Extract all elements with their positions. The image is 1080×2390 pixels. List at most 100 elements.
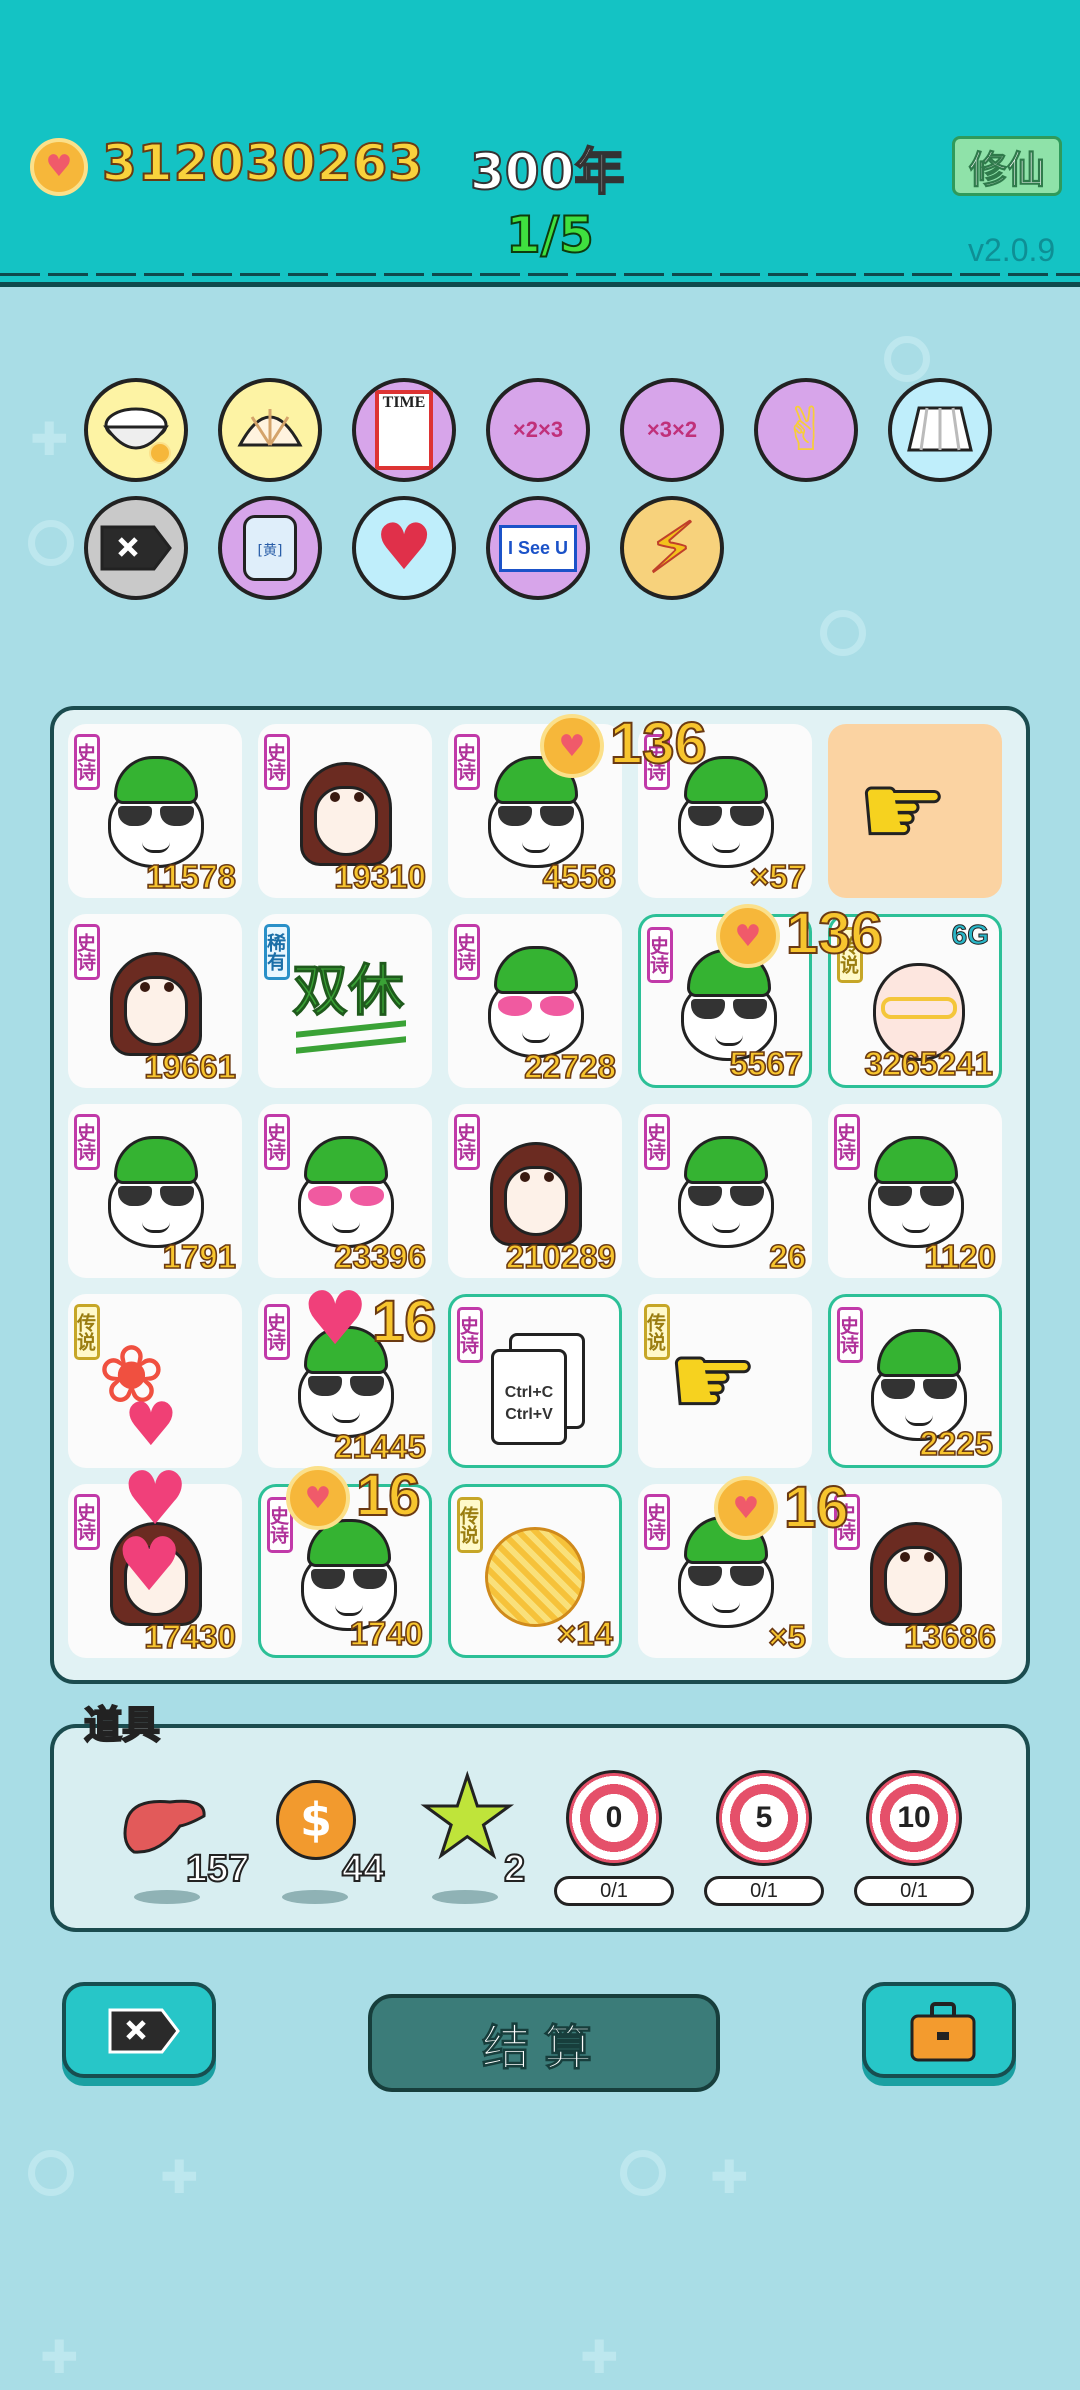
board-tile[interactable]: 史诗 210289 xyxy=(448,1104,622,1278)
board-tile[interactable]: 史诗 13686 xyxy=(828,1484,1002,1658)
board-tile[interactable]: 史诗 23396 xyxy=(258,1104,432,1278)
heart-coin-icon: ♥ xyxy=(30,138,88,196)
girl-face-icon xyxy=(864,1516,968,1628)
board-tile[interactable]: 史诗 11578 xyxy=(68,724,242,898)
grandpa-face-icon xyxy=(104,1136,208,1248)
bg-plus-decoration: ✚ xyxy=(40,2330,79,2384)
grandpa-face-icon xyxy=(674,1136,778,1248)
heart-fan-icon[interactable]: ♥ xyxy=(352,496,456,600)
bg-plus-decoration: ✚ xyxy=(30,412,69,466)
tile-value: 5567 xyxy=(729,1044,804,1083)
rarity-tag: 稀有 xyxy=(264,924,290,980)
coin-count: 44 xyxy=(341,1847,385,1891)
jar-label: [黄] xyxy=(243,515,297,581)
board-tile[interactable]: 史诗 2225 xyxy=(828,1294,1002,1468)
reward-amount: 16 xyxy=(371,1288,438,1355)
bg-plus-decoration: ✚ xyxy=(710,2150,749,2204)
board-tile[interactable]: 传说 ×14 xyxy=(448,1484,622,1658)
grandpa-face-icon xyxy=(294,1136,398,1248)
rarity-tag: 史诗 xyxy=(644,1114,670,1170)
prop-shadow xyxy=(134,1890,200,1904)
rarity-tag: 史诗 xyxy=(74,734,100,790)
top-bar: ♥ 312030263 300年 1/5 修仙 v2.0.9 xyxy=(0,0,1080,287)
rarity-tag: 史诗 xyxy=(644,1494,670,1550)
rarity-tag: 史诗 xyxy=(454,734,480,790)
prop-shadow xyxy=(282,1890,348,1904)
bg-ring-decoration xyxy=(28,2150,74,2196)
rice-bowl-icon[interactable] xyxy=(84,378,188,482)
tile-value: 3265241 xyxy=(864,1044,994,1083)
delete-tag-icon[interactable] xyxy=(84,496,188,600)
reward-amount: 16 xyxy=(355,1462,422,1529)
target-label: 0 xyxy=(593,1797,635,1839)
reward-amount: 136 xyxy=(785,900,884,967)
rarity-tag: 史诗 xyxy=(647,927,673,983)
props-panel: 157 $ 44 ★ 2 0 0/1 5 0/1 10 0/1 xyxy=(50,1724,1030,1932)
bg-ring-decoration xyxy=(884,336,930,382)
rarity-tag: 史诗 xyxy=(264,1304,290,1360)
double-rest-label: 双休 xyxy=(292,959,405,1025)
six-g-label: 6G xyxy=(951,919,989,951)
girl-face-icon xyxy=(484,1136,588,1248)
board-tile[interactable]: 史诗 19310 xyxy=(258,724,432,898)
i-see-u-icon[interactable]: I See U xyxy=(486,496,590,600)
board-tile[interactable]: 史诗 1120 xyxy=(828,1104,1002,1278)
tile-value: 21445 xyxy=(333,1427,426,1466)
bg-plus-decoration: ✚ xyxy=(160,2150,199,2204)
liver-count: 157 xyxy=(185,1847,250,1891)
target-label: 10 xyxy=(893,1797,935,1839)
reward-coin-icon: ♥ xyxy=(714,1476,778,1540)
reward-heart-icon: ♥ xyxy=(302,1276,369,1362)
tile-value: 2225 xyxy=(919,1424,994,1463)
grandpa-face-icon xyxy=(484,946,588,1058)
rarity-tag: 史诗 xyxy=(264,734,290,790)
version-label: v2.0.9 xyxy=(968,232,1056,268)
delete-button[interactable] xyxy=(62,1982,216,2078)
board-tile[interactable]: 史诗 19661 xyxy=(68,914,242,1088)
board-tile[interactable]: 稀有 双休 xyxy=(258,914,432,1088)
reward-amount: 16 xyxy=(783,1474,850,1541)
target-count: 0/1 xyxy=(854,1876,974,1906)
tile-value: 19661 xyxy=(143,1047,236,1086)
bg-plus-decoration: ✚ xyxy=(580,2330,619,2384)
rock-hand-icon[interactable]: ✌ xyxy=(754,378,858,482)
board-tile[interactable]: 史诗 1791 xyxy=(68,1104,242,1278)
time-magazine-icon[interactable]: TIME xyxy=(352,378,456,482)
shell-icon[interactable] xyxy=(218,378,322,482)
delete-tag-icon xyxy=(108,2008,180,2054)
target-icon[interactable]: 5 xyxy=(716,1770,812,1866)
prop-shadow xyxy=(432,1890,498,1904)
jar-icon[interactable]: [黄] xyxy=(218,496,322,600)
reward-coin-icon: ♥ xyxy=(540,714,604,778)
briefcase-button[interactable] xyxy=(862,1982,1016,2078)
board-tile[interactable]: 传说 ❀ ♥ xyxy=(68,1294,242,1468)
tile-value: ×14 xyxy=(556,1614,614,1653)
tile-value: 22728 xyxy=(523,1047,616,1086)
rarity-tag: 史诗 xyxy=(74,1114,100,1170)
board-tile[interactable]: 传说 ☛ xyxy=(638,1294,812,1468)
heart-icon: ♥ xyxy=(124,1390,178,1460)
multiplier-grandpa-icon[interactable]: ×2×3 xyxy=(486,378,590,482)
rarity-tag: 史诗 xyxy=(74,924,100,980)
pointing-hand-icon: ☛ xyxy=(667,1321,760,1441)
tile-value: 1120 xyxy=(924,1237,997,1276)
target-icon[interactable]: 0 xyxy=(566,1770,662,1866)
board-tile[interactable]: 史诗 22728 xyxy=(448,914,622,1088)
grandpa-face-icon xyxy=(864,1136,968,1248)
settle-button[interactable]: 结算 xyxy=(368,1994,720,2092)
tile-value: 11578 xyxy=(145,857,237,896)
multiplier-grandpa-icon[interactable]: ×3×2 xyxy=(620,378,724,482)
star-icon[interactable]: ★ xyxy=(417,1761,519,1874)
lightning-icon[interactable]: ⚡ xyxy=(620,496,724,600)
cultivate-button[interactable]: 修仙 xyxy=(952,136,1062,196)
girl-face-icon xyxy=(294,756,398,868)
skirt-icon[interactable] xyxy=(888,378,992,482)
i-see-u-label: I See U xyxy=(498,524,578,572)
board-tile[interactable]: ☛ xyxy=(828,724,1002,898)
board-tile[interactable]: 史诗 26 xyxy=(638,1104,812,1278)
ctrl-v-label: Ctrl+V xyxy=(505,1406,553,1423)
reward-heart-icon: ♥ xyxy=(116,1522,183,1608)
target-icon[interactable]: 10 xyxy=(866,1770,962,1866)
game-board: 史诗 11578 史诗 19310 史诗 4558 史诗 ×57 ☛ 史诗 19661 稀有 双休 史诗 2… xyxy=(50,706,1030,1684)
board-tile[interactable]: 史诗 Ctrl+C Ctrl+V xyxy=(448,1294,622,1468)
